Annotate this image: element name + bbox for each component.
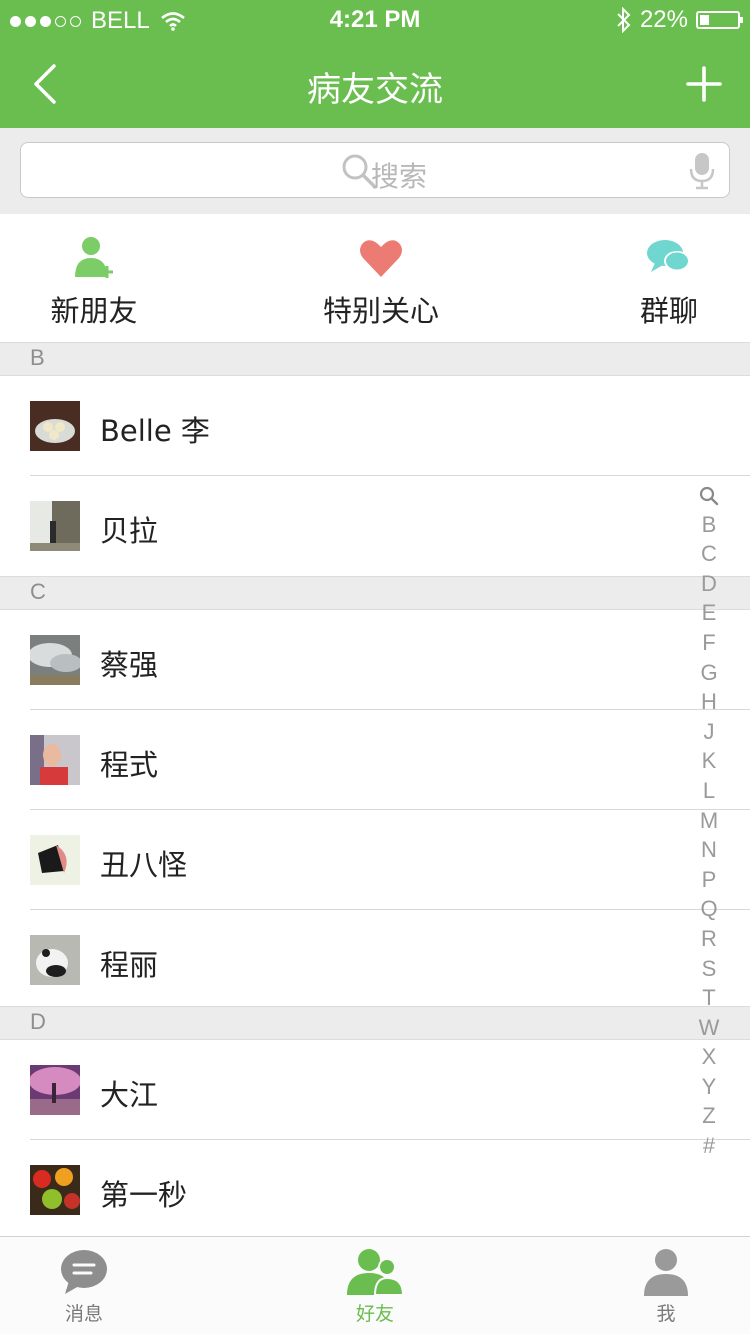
search-bar: 搜索 (0, 128, 750, 214)
index-letter[interactable]: K (694, 746, 724, 776)
contact-name: Belle 李 (100, 414, 210, 448)
group-chat-label: 群聊 (639, 294, 698, 328)
index-letter[interactable]: # (694, 1131, 724, 1161)
index-letter[interactable]: C (694, 539, 724, 569)
avatar (30, 501, 80, 551)
index-letter[interactable]: Y (694, 1072, 724, 1102)
tab-me-label: 我 (656, 1303, 676, 1325)
avatar (30, 735, 80, 785)
tab-messages-label: 消息 (64, 1303, 103, 1325)
contact-name: 程丽 (100, 948, 159, 982)
search-input[interactable]: 搜索 (20, 142, 730, 198)
index-letter[interactable]: G (694, 658, 724, 688)
special-care-button[interactable]: 特别关心 (306, 234, 456, 330)
contact-name: 丑八怪 (100, 848, 188, 882)
index-letter[interactable]: H (694, 687, 724, 717)
battery-icon (696, 11, 743, 29)
contact-row[interactable]: 第一秒 (0, 1140, 750, 1240)
contact-name: 程式 (100, 748, 159, 782)
contact-row[interactable]: Belle 李 (0, 376, 750, 476)
index-letter[interactable]: Z (694, 1101, 724, 1131)
contact-row[interactable]: 蔡强 (0, 610, 750, 710)
index-letter[interactable]: M (694, 806, 724, 836)
bluetooth-icon (617, 7, 631, 33)
index-letter[interactable]: P (694, 865, 724, 895)
microphone-icon[interactable] (689, 152, 715, 190)
search-placeholder: 搜索 (370, 160, 427, 193)
index-letter[interactable]: F (694, 628, 724, 658)
section-letter: C (30, 579, 46, 604)
index-letter[interactable]: E (694, 598, 724, 628)
alphabet-index[interactable]: B C D E F G H J K L M N P Q R S T W X Y … (694, 480, 724, 1161)
group-chat-icon (647, 240, 690, 272)
tab-bar: 消息 好友 我 (0, 1236, 750, 1334)
tab-messages[interactable]: 消息 (24, 1245, 144, 1326)
avatar (30, 935, 80, 985)
status-right: 22% (616, 6, 743, 34)
index-letter[interactable]: T (694, 983, 724, 1013)
tab-friends-label: 好友 (355, 1303, 394, 1325)
index-search[interactable] (694, 480, 724, 510)
index-letter[interactable]: N (694, 835, 724, 865)
section-letter: B (30, 345, 45, 370)
contact-row[interactable]: 大江 (0, 1040, 750, 1140)
contact-name: 贝拉 (100, 514, 159, 548)
contact-name: 第一秒 (100, 1178, 188, 1212)
avatar (30, 835, 80, 885)
friends-icon (347, 1249, 405, 1296)
tab-friends[interactable]: 好友 (315, 1245, 435, 1326)
contact-name: 蔡强 (100, 648, 159, 682)
new-friend-label: 新朋友 (50, 294, 138, 328)
contact-row[interactable]: 程丽 (0, 910, 750, 1010)
avatar (30, 1065, 80, 1115)
quick-actions: 新朋友 特别关心 群聊 (0, 214, 750, 342)
contact-row[interactable]: 贝拉 (0, 476, 750, 576)
battery-percent: 22% (639, 6, 688, 33)
index-letter[interactable]: Q (694, 894, 724, 924)
avatar (30, 635, 80, 685)
special-care-label: 特别关心 (322, 294, 439, 328)
section-letter: D (30, 1009, 46, 1034)
new-friend-button[interactable]: 新朋友 (34, 234, 154, 330)
heart-icon (360, 240, 402, 277)
contact-name: 大江 (100, 1078, 159, 1112)
profile-icon (644, 1249, 688, 1296)
search-icon (699, 487, 719, 506)
contact-row[interactable]: 程式 (0, 710, 750, 810)
index-letter[interactable]: W (694, 1013, 724, 1043)
avatar (30, 401, 80, 451)
section-header-d: D (0, 1006, 750, 1040)
avatar (30, 1165, 80, 1215)
index-letter[interactable]: L (694, 776, 724, 806)
contact-row[interactable]: 丑八怪 (0, 810, 750, 910)
index-letter[interactable]: B (694, 510, 724, 540)
page-title: 病友交流 (307, 70, 443, 110)
index-letter[interactable]: D (694, 569, 724, 599)
tab-me[interactable]: 我 (606, 1245, 726, 1326)
status-bar: BELL 4:21 PM 22% (0, 0, 750, 40)
add-button[interactable] (684, 64, 724, 104)
add-friend-icon (75, 237, 113, 278)
nav-bar: 病友交流 (0, 40, 750, 128)
section-header-c: C (0, 576, 750, 610)
message-icon (61, 1250, 107, 1294)
index-letter[interactable]: R (694, 924, 724, 954)
index-letter[interactable]: S (694, 954, 724, 984)
index-letter[interactable]: J (694, 717, 724, 747)
section-header-b: B (0, 342, 750, 376)
index-letter[interactable]: X (694, 1042, 724, 1072)
group-chat-button[interactable]: 群聊 (624, 234, 714, 330)
